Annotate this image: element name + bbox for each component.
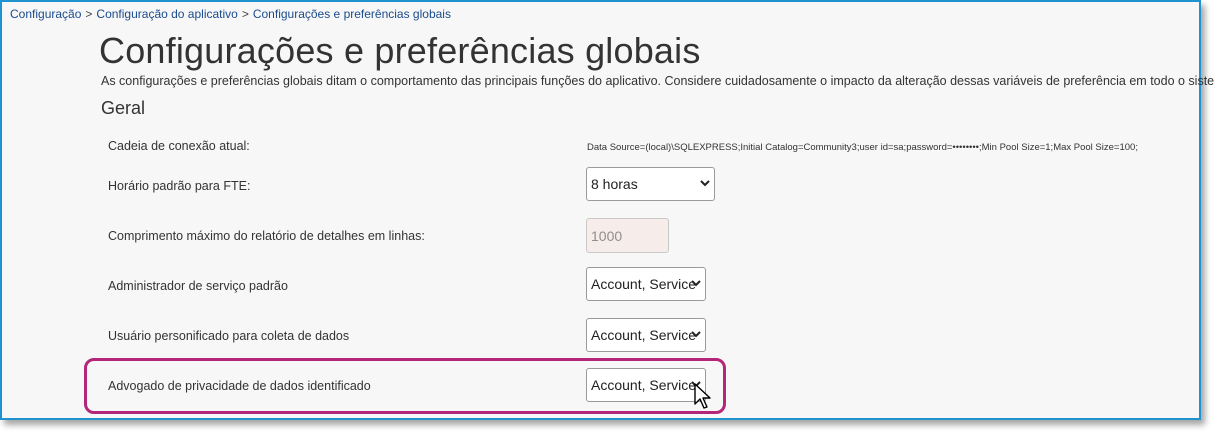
- page-description: As configurações e preferências globais …: [101, 74, 1215, 88]
- default-service-admin-value: Account, Service: [591, 276, 697, 292]
- privacy-advocate-value: Account, Service: [591, 377, 697, 393]
- chevron-down-icon: [700, 180, 710, 187]
- chevron-down-icon: [691, 331, 701, 338]
- fte-label: Horário padrão para FTE:: [108, 179, 251, 193]
- default-service-admin-select[interactable]: Account, Service: [586, 267, 706, 301]
- page-title: Configurações e preferências globais: [99, 30, 701, 71]
- breadcrumb: Configuração > Configuração do aplicativo >…: [10, 7, 451, 21]
- impersonated-user-label: Usuário personificado para coleta de dad…: [108, 329, 350, 343]
- breadcrumb-link-configuracao[interactable]: Configuração: [10, 7, 81, 21]
- app-window: Configuração > Configuração do aplicativo >…: [0, 0, 1215, 420]
- fte-select[interactable]: 8 horas: [586, 167, 715, 201]
- section-title-geral: Geral: [101, 98, 146, 118]
- breadcrumb-separator: >: [241, 7, 249, 21]
- connection-string-label: Cadeia de conexão atual:: [108, 139, 250, 153]
- fte-select-value: 8 horas: [591, 176, 638, 192]
- impersonated-user-select[interactable]: Account, Service: [586, 318, 706, 352]
- breadcrumb-link-global-prefs[interactable]: Configurações e preferências globais: [253, 7, 451, 21]
- chevron-down-icon: [691, 280, 701, 287]
- connection-string-value: Data Source=(local)\SQLEXPRESS;Initial C…: [587, 142, 1138, 153]
- mouse-pointer-icon: [694, 383, 711, 409]
- breadcrumb-link-app-config[interactable]: Configuração do aplicativo: [96, 7, 237, 21]
- max-report-length-label: Comprimento máximo do relatório de detal…: [108, 229, 425, 243]
- breadcrumb-separator: >: [85, 7, 93, 21]
- privacy-advocate-select[interactable]: Account, Service: [586, 368, 706, 402]
- privacy-advocate-label: Advogado de privacidade de dados identif…: [108, 379, 371, 393]
- default-service-admin-label: Administrador de serviço padrão: [108, 279, 288, 293]
- impersonated-user-value: Account, Service: [591, 327, 697, 343]
- max-report-length-input: 1000: [586, 218, 669, 253]
